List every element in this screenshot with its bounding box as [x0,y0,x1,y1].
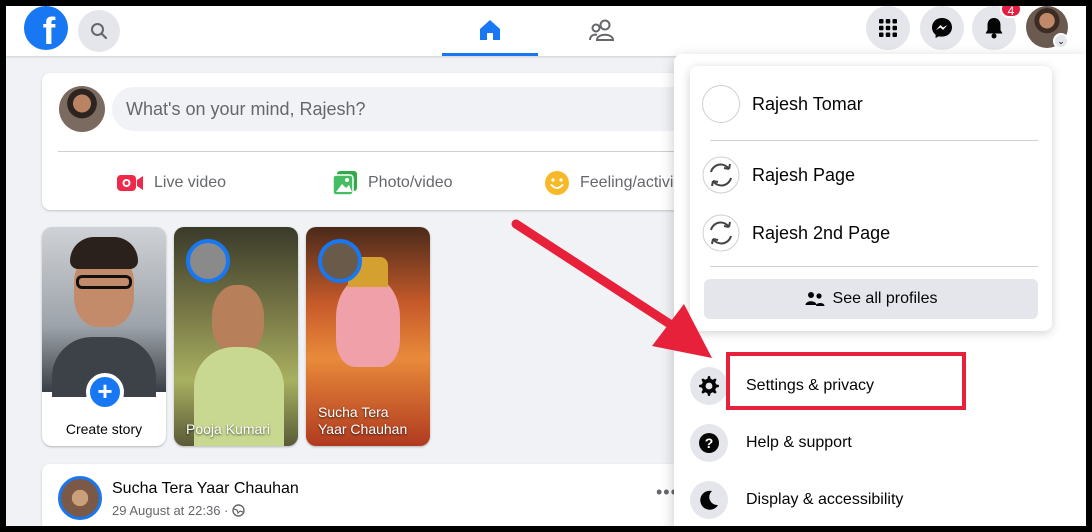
annotation-highlight-box [726,352,966,410]
facebook-window: f 4 ⌄ What's on your mind, Rajesh? Live … [6,6,1086,526]
annotation-arrow [511,219,712,358]
